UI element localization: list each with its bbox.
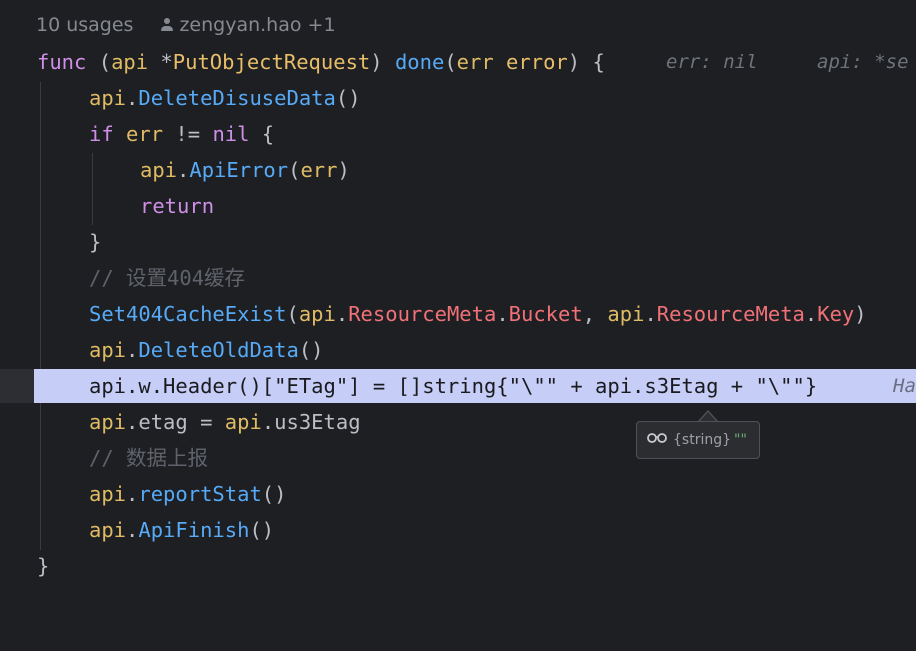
author-inlay[interactable]: zengyan.hao +1 <box>161 8 336 42</box>
person-icon <box>161 18 174 32</box>
dot: . <box>126 86 139 110</box>
dot: . <box>804 302 818 326</box>
code-line-comment[interactable]: // 数据上报 <box>0 441 916 475</box>
usages-inlay[interactable]: 10 usages zengyan.hao +1 <box>36 8 336 42</box>
paren: ) <box>370 50 395 74</box>
debug-hint-truncated: Ha <box>893 375 916 397</box>
dot: . <box>644 302 657 326</box>
code-line[interactable]: api.etag = api.us3Etag <box>0 405 916 439</box>
code-line[interactable]: } <box>0 225 916 259</box>
glasses-icon <box>647 422 667 458</box>
param-type: error <box>493 50 568 74</box>
author-name: zengyan.hao +1 <box>179 14 336 36</box>
identifier-api: api <box>89 518 127 542</box>
code-line[interactable]: api.DeleteDisuseData() <box>0 81 916 115</box>
call-delete-old-data: DeleteOldData <box>138 338 299 362</box>
debug-value-tooltip[interactable]: {string} "" <box>636 421 760 459</box>
dot: . <box>126 338 139 362</box>
field-resource-meta: ResourceMeta <box>656 302 805 326</box>
brace: } <box>89 230 102 254</box>
code-line-func-signature[interactable]: func (api *PutObjectRequest) done(err er… <box>0 45 916 79</box>
parens: () <box>298 338 324 362</box>
call-delete-disuse-data: DeleteDisuseData <box>138 86 336 110</box>
dot: . <box>335 302 349 326</box>
field-us3-etag: .us3Etag <box>261 410 361 434</box>
tooltip-value: "" <box>734 432 747 448</box>
code-line[interactable]: api.DeleteOldData() <box>0 333 916 367</box>
field-key: Key <box>817 302 855 326</box>
code-line[interactable]: api.ApiError(err) <box>0 153 916 187</box>
code-line[interactable]: Set404CacheExist(api.ResourceMeta.Bucket… <box>0 297 916 331</box>
identifier-api: api <box>89 482 127 506</box>
receiver-name: api <box>111 50 149 74</box>
identifier-err: err <box>113 122 164 146</box>
code-line[interactable]: api.ApiFinish() <box>0 513 916 547</box>
usages-count[interactable]: 10 usages <box>36 14 133 36</box>
call-api-finish: ApiFinish <box>138 518 250 542</box>
code-editor[interactable]: 10 usages zengyan.hao +1 func (api *PutOb… <box>0 0 916 586</box>
code-line[interactable]: if err != nil { <box>0 117 916 151</box>
paren: ( <box>286 302 299 326</box>
identifier-api: api <box>298 302 336 326</box>
paren: ( <box>86 50 112 74</box>
current-line-gutter <box>0 369 34 403</box>
debug-hint-err: err: nil <box>666 51 758 73</box>
field-resource-meta: ResourceMeta <box>348 302 497 326</box>
paren: ) <box>337 158 350 182</box>
comment: // 设置404缓存 <box>89 266 246 290</box>
brace: } <box>37 554 50 578</box>
parens: () <box>335 86 361 110</box>
dot: . <box>496 302 509 326</box>
parens: () <box>261 482 287 506</box>
method-name: done <box>394 50 445 74</box>
call-api-error: ApiError <box>189 158 289 182</box>
debug-hint-api: api: *se <box>817 51 909 73</box>
dot: . <box>177 158 190 182</box>
param-name: err <box>456 50 494 74</box>
call-report-stat: reportStat <box>138 482 262 506</box>
parens: () <box>249 518 275 542</box>
code-line[interactable]: return <box>0 189 916 223</box>
tooltip-value-type: {string} <box>673 432 732 448</box>
field-bucket: Bucket <box>508 302 583 326</box>
identifier-err: err <box>300 158 338 182</box>
identifier-api: api <box>607 302 645 326</box>
comment: // 数据上报 <box>89 446 209 470</box>
identifier-api: api <box>89 86 127 110</box>
assignment: .etag = <box>126 410 225 434</box>
keyword-func: func <box>37 50 87 74</box>
identifier-api: api <box>89 338 127 362</box>
highlighted-statement: api.w.Header()["ETag"] = []string{"\"" +… <box>89 374 818 398</box>
code-line[interactable]: } <box>0 549 916 583</box>
paren: ( <box>444 50 457 74</box>
pointer-star: * <box>148 50 173 74</box>
identifier-api: api <box>89 410 127 434</box>
keyword-nil: nil <box>212 122 250 146</box>
dot: . <box>126 518 139 542</box>
paren: ( <box>288 158 301 182</box>
code-line-comment[interactable]: // 设置404缓存 <box>0 261 916 295</box>
code-line-execution-point[interactable]: api.w.Header()["ETag"] = []string{"\"" +… <box>34 369 916 403</box>
operator: != <box>163 122 213 146</box>
paren-brace: ) { <box>567 50 605 74</box>
brace: { <box>249 122 275 146</box>
keyword-if: if <box>89 122 114 146</box>
keyword-return: return <box>140 194 215 218</box>
comma: , <box>582 302 608 326</box>
call-set404-cache-exist: Set404CacheExist <box>89 302 287 326</box>
paren: ) <box>854 302 867 326</box>
identifier-api: api <box>140 158 178 182</box>
dot: . <box>126 482 139 506</box>
identifier-api: api <box>224 410 262 434</box>
receiver-type: PutObjectRequest <box>172 50 371 74</box>
code-line[interactable]: api.reportStat() <box>0 477 916 511</box>
